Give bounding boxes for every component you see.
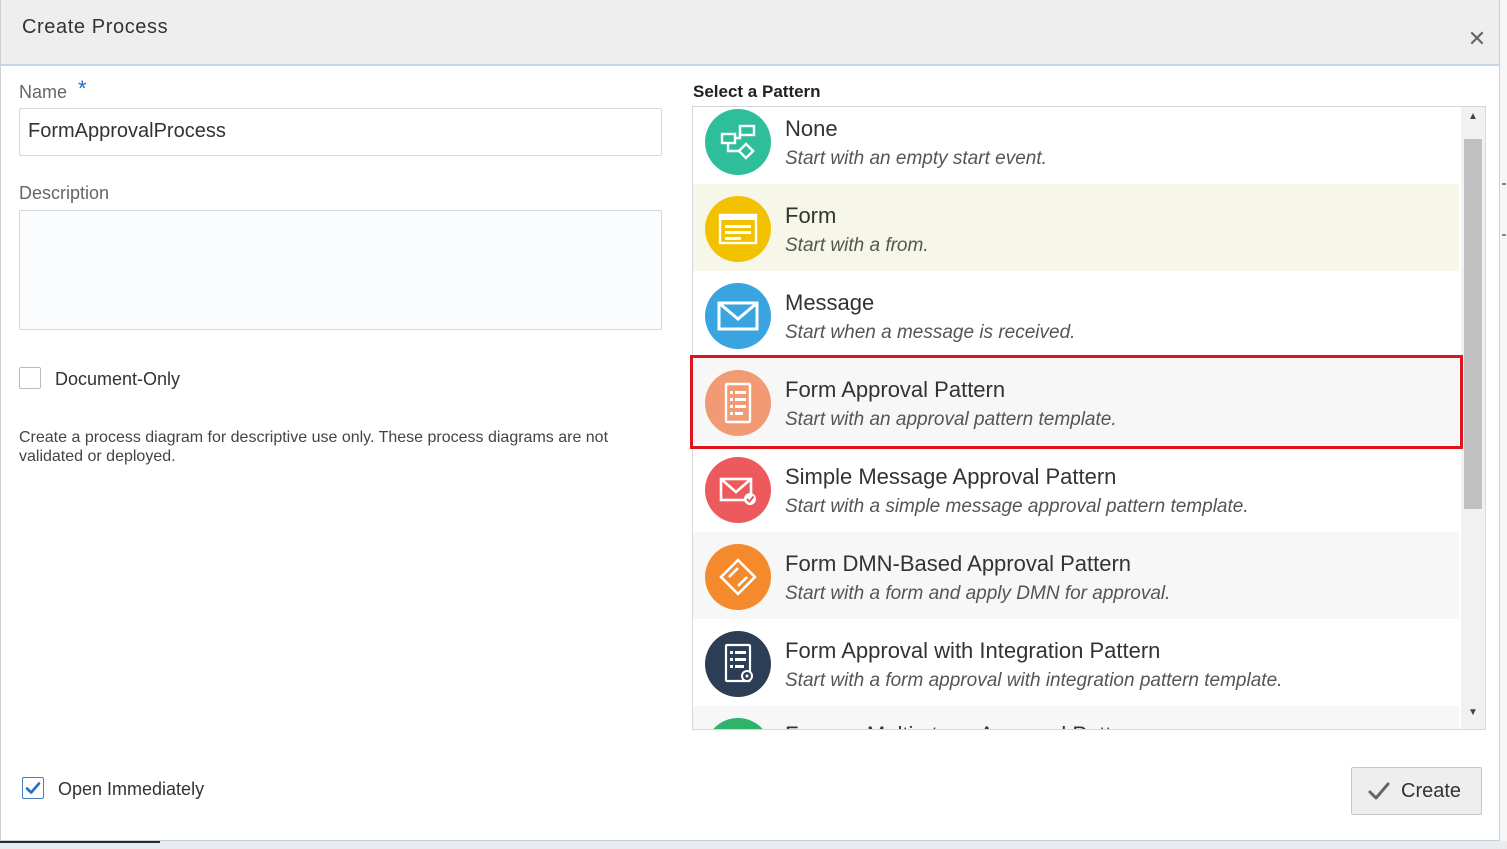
required-marker: * bbox=[78, 76, 87, 101]
form-icon bbox=[705, 196, 771, 262]
dmn-icon bbox=[705, 544, 771, 610]
pattern-item-simple-message-approval[interactable]: Simple Message Approval Pattern Start wi… bbox=[693, 445, 1459, 532]
create-button[interactable]: Create bbox=[1351, 767, 1482, 815]
pattern-desc: Start with an empty start event. bbox=[785, 148, 1047, 169]
edge-mark bbox=[1502, 234, 1506, 236]
pattern-desc: Start with a from. bbox=[785, 235, 929, 256]
pattern-name: Form Approval with Integration Pattern bbox=[785, 638, 1161, 663]
open-immediately-label[interactable]: Open Immediately bbox=[58, 779, 204, 800]
checkmark-icon bbox=[25, 782, 41, 794]
taskbar-strip bbox=[0, 841, 160, 843]
document-only-checkbox[interactable] bbox=[19, 367, 41, 389]
pattern-item-message[interactable]: Message Start when a message is received… bbox=[693, 271, 1459, 358]
create-button-label: Create bbox=[1401, 780, 1462, 802]
name-input[interactable]: FormApprovalProcess bbox=[19, 108, 662, 156]
pattern-name: None bbox=[785, 116, 838, 141]
pattern-item-none[interactable]: None Start with an empty start event. bbox=[693, 107, 1459, 184]
pattern-name: Form Approval Pattern bbox=[785, 377, 1006, 402]
edge-mark bbox=[1502, 183, 1506, 185]
pattern-desc: Start when a message is received. bbox=[785, 322, 1076, 343]
description-label: Description bbox=[19, 183, 110, 203]
envelope-icon bbox=[705, 283, 771, 349]
pattern-item-form-dmn-approval[interactable]: Form DMN-Based Approval Pattern Start wi… bbox=[693, 532, 1459, 619]
pattern-item-form-approval[interactable]: Form Approval Pattern Start with an appr… bbox=[693, 358, 1459, 445]
flow-icon bbox=[705, 109, 771, 175]
integration-icon bbox=[705, 631, 771, 697]
document-only-helper-text: Create a process diagram for descriptive… bbox=[19, 429, 609, 465]
background-window-edge bbox=[1500, 0, 1507, 849]
description-textarea[interactable] bbox=[19, 210, 662, 330]
dialog-header: Create Process ✕ bbox=[1, 0, 1499, 66]
pattern-list-scrollbar[interactable]: ▲ ▼ bbox=[1461, 107, 1485, 729]
envelope-check-icon bbox=[705, 457, 771, 523]
pattern-desc: Start with a form approval with integrat… bbox=[785, 670, 1283, 691]
pattern-item-form-approval-integration[interactable]: Form Approval with Integration Pattern S… bbox=[693, 619, 1459, 706]
pattern-name: Form DMN-Based Approval Pattern bbox=[785, 551, 1132, 576]
pattern-desc: Start with a simple message approval pat… bbox=[785, 496, 1249, 517]
scrollbar-thumb[interactable] bbox=[1464, 139, 1482, 509]
name-label: Name bbox=[19, 82, 68, 102]
pattern-item-form[interactable]: Form Start with a from. bbox=[693, 184, 1459, 271]
pattern-name: Message bbox=[785, 290, 875, 315]
pattern-list: None Start with an empty start event. Fo… bbox=[692, 106, 1486, 730]
create-process-dialog: Create Process ✕ Name * FormApprovalProc… bbox=[0, 0, 1500, 841]
scroll-up-icon[interactable]: ▲ bbox=[1461, 111, 1485, 129]
dialog-title: Create Process bbox=[22, 16, 169, 38]
check-icon bbox=[1368, 782, 1390, 800]
scroll-down-icon[interactable]: ▼ bbox=[1461, 707, 1485, 725]
background-window-bottom bbox=[0, 841, 1507, 849]
pattern-name: Simple Message Approval Pattern bbox=[785, 464, 1117, 489]
checklist-icon bbox=[705, 370, 771, 436]
multistage-icon bbox=[705, 718, 771, 729]
document-only-label[interactable]: Document-Only bbox=[55, 369, 180, 390]
pattern-desc: Start with a form and apply DMN for appr… bbox=[785, 583, 1171, 604]
pattern-item-multistage-approval[interactable]: Form ... Multi-stage Approval Pattern bbox=[693, 706, 1459, 729]
pattern-name: Form ... Multi-stage Approval Pattern bbox=[785, 722, 1143, 729]
open-immediately-checkbox[interactable] bbox=[22, 777, 44, 799]
pattern-name: Form bbox=[785, 203, 837, 228]
select-pattern-heading: Select a Pattern bbox=[693, 82, 821, 101]
pattern-desc: Start with an approval pattern template. bbox=[785, 409, 1117, 430]
close-icon[interactable]: ✕ bbox=[1465, 27, 1489, 51]
